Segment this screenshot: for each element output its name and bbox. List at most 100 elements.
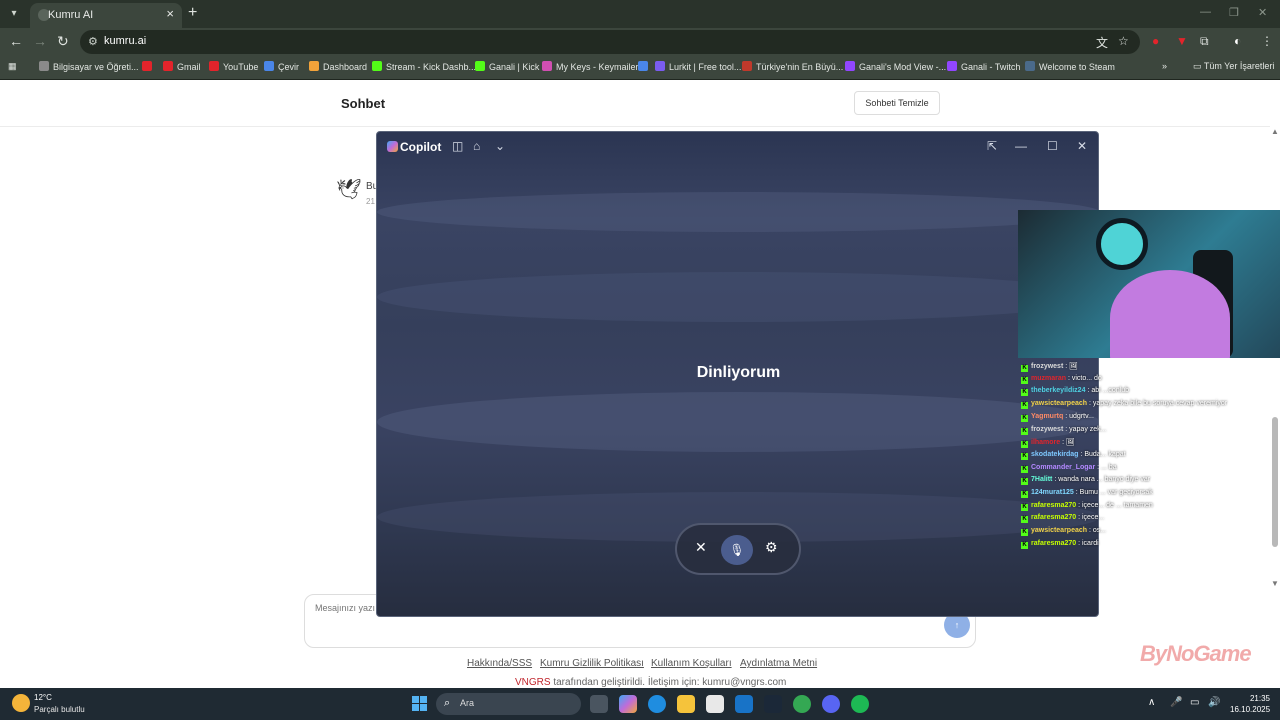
chat-text: victo... do — [1071, 374, 1102, 382]
taskbar-clock[interactable]: 21:35 16.10.2025 — [1230, 693, 1270, 715]
bookmark-twitch[interactable]: Ganali - Twitch — [947, 61, 1020, 72]
chevron-down-icon[interactable]: ⌄ — [495, 139, 505, 153]
steam-icon[interactable] — [764, 695, 782, 713]
spotify-icon[interactable] — [851, 695, 869, 713]
footer-link-terms[interactable]: Kullanım Koşulları — [651, 658, 732, 669]
chat-text: 🖼 — [1066, 439, 1075, 447]
kick-icon: K — [1021, 402, 1028, 410]
kick-icon: K — [1021, 441, 1028, 449]
chat-username: skodatekirdag — [1031, 450, 1079, 458]
weather-status[interactable]: Parçalı bulutlu — [34, 705, 85, 714]
chat-username: rafaresma270 — [1031, 514, 1077, 522]
apps-grid-icon[interactable]: ▦ — [8, 61, 17, 72]
bookmark-1[interactable] — [142, 61, 156, 72]
footer-credit: VNGRS tarafından geliştirildi. İletişim … — [515, 677, 786, 688]
bot-message-time: 21 — [366, 197, 375, 206]
taskbar-search-placeholder: Ara — [460, 698, 475, 708]
start-button[interactable] — [412, 696, 427, 711]
footer-link-privacy[interactable]: Kumru Gizlilik Politikası — [540, 658, 644, 669]
store-icon[interactable] — [706, 695, 724, 713]
site-icon — [742, 61, 752, 71]
bookmark-ganali-kick[interactable]: Ganali | Kick — [475, 61, 539, 72]
bookmark-turkiye[interactable]: Türkiye'nin En Büyü... — [742, 61, 843, 72]
maximize-icon[interactable]: ☐ — [1047, 139, 1058, 153]
bookmark-kick-dashboard[interactable]: Stream - Kick Dashb... — [372, 61, 476, 72]
network-icon[interactable]: ▭ — [1190, 697, 1199, 708]
profile-avatar[interactable]: ◐ — [1234, 34, 1241, 48]
file-explorer-icon[interactable] — [677, 695, 695, 713]
minimize-icon[interactable]: — — [1200, 6, 1211, 18]
task-view-icon[interactable] — [590, 695, 608, 713]
bookmark-mod-view[interactable]: Ganali's Mod View -... — [845, 61, 946, 72]
extension-red-icon[interactable]: ● — [1152, 34, 1159, 48]
minimize-icon[interactable]: — — [1015, 139, 1027, 153]
twitch-icon — [947, 61, 957, 71]
extension-shield-icon[interactable]: ▼ — [1176, 34, 1188, 48]
translate-icon — [264, 61, 274, 71]
footer-link-disclosure[interactable]: Aydınlatma Metni — [740, 658, 817, 669]
all-bookmarks[interactable]: ▭ Tüm Yer İşaretleri — [1193, 61, 1274, 72]
scroll-down-icon[interactable]: ▼ — [1271, 579, 1279, 588]
voice-settings-icon[interactable]: ⚙ — [765, 539, 778, 556]
bookmark-star-icon[interactable]: ☆ — [1118, 34, 1129, 48]
taskbar-search[interactable]: ⌕ Ara — [436, 693, 581, 715]
reload-icon[interactable]: ↻ — [57, 33, 69, 50]
close-tab-icon[interactable]: × — [166, 6, 174, 21]
microphone-button[interactable]: 🎙 — [721, 535, 753, 565]
bookmark-gmail[interactable]: Gmail — [163, 61, 201, 72]
weather-icon[interactable] — [12, 694, 30, 712]
translate-icon[interactable]: 文 — [1096, 34, 1108, 51]
chat-message: Kfrozywest : yapay zek... — [1019, 426, 1107, 438]
tab-search-icon[interactable]: ▾ — [4, 4, 24, 24]
kick-icon: K — [1021, 427, 1028, 435]
end-voice-button[interactable]: ✕ — [695, 539, 707, 556]
kick-icon: K — [1021, 529, 1028, 537]
chat-message: Kyawsictearpeach : yapay zeka bile bu so… — [1019, 400, 1227, 412]
volume-icon[interactable]: 🔊 — [1208, 697, 1220, 708]
copilot-app-icon[interactable] — [619, 695, 637, 713]
site-info-icon[interactable]: ⚙ — [88, 35, 98, 48]
pop-out-icon[interactable]: ⇱ — [987, 139, 997, 153]
voice-status: Dinliyorum — [696, 364, 781, 381]
scroll-up-icon[interactable]: ▲ — [1271, 127, 1279, 136]
close-icon[interactable]: ✕ — [1077, 139, 1087, 153]
home-icon[interactable]: ⌂ — [473, 139, 480, 153]
footer-link-faq[interactable]: Hakkında/SSS — [467, 658, 532, 669]
bookmark-steam[interactable]: Welcome to Steam — [1025, 61, 1115, 72]
edge-icon[interactable] — [648, 695, 666, 713]
kumru-bird-icon: 🕊 — [336, 179, 362, 201]
new-tab-icon[interactable]: + — [188, 4, 197, 22]
discord-icon[interactable] — [822, 695, 840, 713]
bookmark-keymailer[interactable]: My Keys - Keymailer — [542, 61, 639, 72]
weather-temp[interactable]: 12°C — [34, 693, 52, 702]
bookmark-9[interactable] — [638, 61, 652, 72]
chat-text: wanda nara ... banyo diye var — [1058, 476, 1151, 484]
back-icon[interactable]: ← — [9, 33, 23, 49]
extensions-puzzle-icon[interactable]: ⧉ — [1200, 34, 1209, 49]
bookmark-lurkit[interactable]: Lurkit | Free tool... — [655, 61, 741, 72]
bookmark-dashboard[interactable]: Dashboard — [309, 61, 367, 72]
vngrs-link[interactable]: VNGRS — [515, 677, 551, 688]
close-window-icon[interactable]: ✕ — [1258, 6, 1267, 19]
browser-tab[interactable]: Kumru AI × — [30, 3, 182, 28]
forward-icon[interactable]: → — [33, 33, 47, 49]
browser-menu-icon[interactable]: ⋮ — [1261, 34, 1273, 48]
bookmark-0[interactable]: Bilgisayar ve Öğreti... — [39, 61, 139, 72]
microphone-tray-icon[interactable]: 🎤 — [1170, 697, 1182, 708]
address-bar[interactable]: ⚙ kumru.ai 文 ☆ — [80, 30, 1140, 54]
chat-username: yawsictearpeach — [1031, 400, 1088, 408]
water-ripple — [377, 392, 1098, 452]
tray-overflow-icon[interactable]: ∧ — [1148, 697, 1155, 708]
chat-message: Kmuzmaran : victo... do — [1019, 375, 1102, 387]
chrome-icon[interactable] — [793, 695, 811, 713]
outlook-icon[interactable] — [735, 695, 753, 713]
clear-chat-button[interactable]: Sohbeti Temizle — [854, 91, 940, 115]
bookmark-youtube[interactable]: YouTube — [209, 61, 258, 72]
restore-icon[interactable]: ❐ — [1229, 6, 1239, 19]
chat-username: rafaresma270 — [1031, 539, 1077, 547]
sidebar-toggle-icon[interactable]: ◫ — [452, 139, 463, 153]
more-bookmarks-icon[interactable]: » — [1162, 61, 1167, 71]
bookmark-cevir[interactable]: Çevir — [264, 61, 299, 72]
scrollbar-thumb[interactable] — [1272, 417, 1278, 547]
twitch-icon — [845, 61, 855, 71]
